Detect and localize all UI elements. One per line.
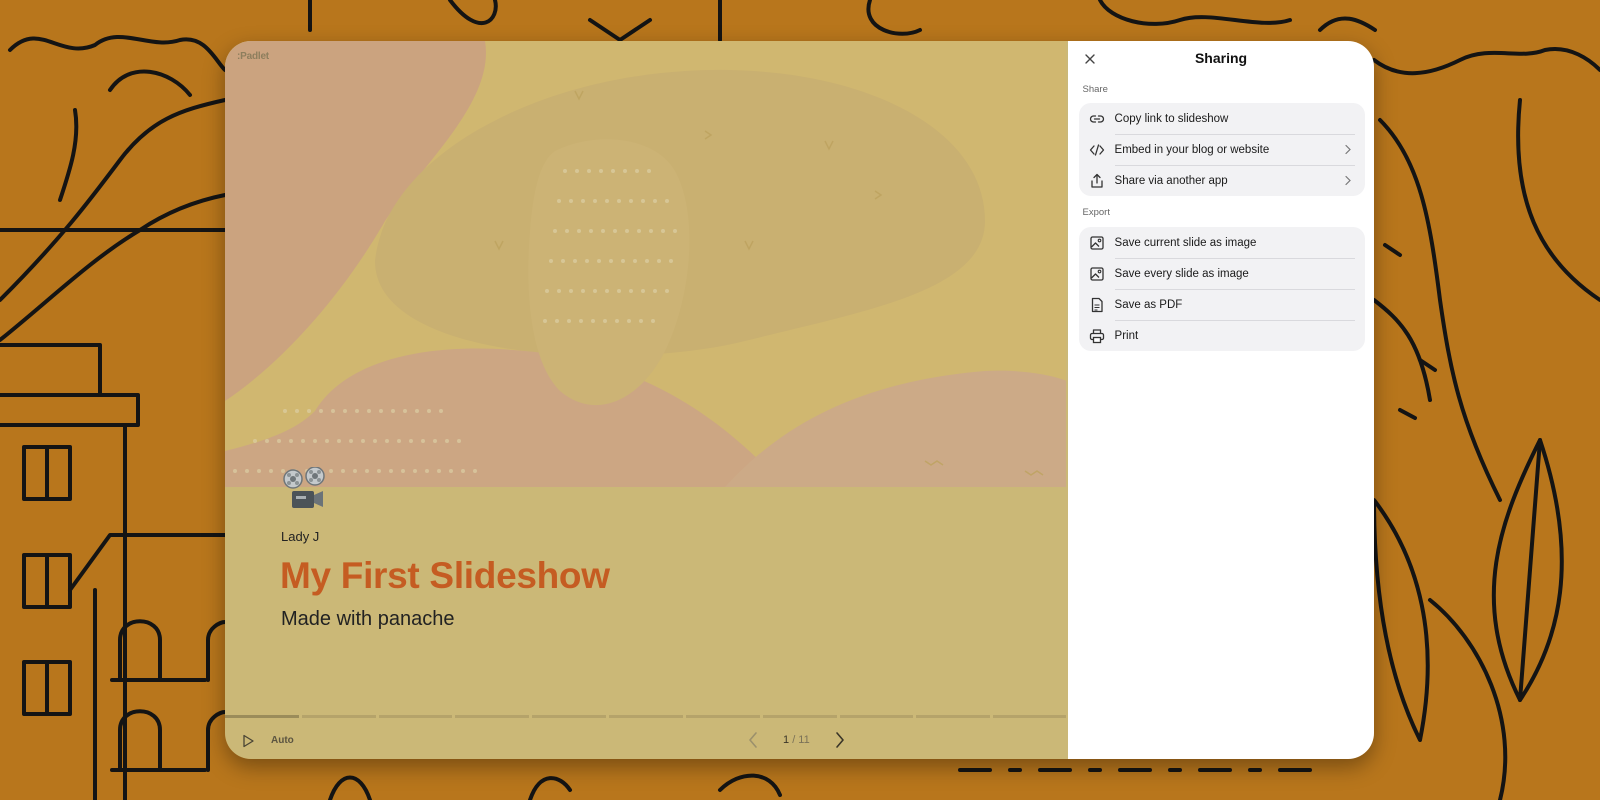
image-icon bbox=[1089, 235, 1104, 250]
save-current-slide-label: Save current slide as image bbox=[1114, 236, 1257, 249]
padlet-logo: :Padlet bbox=[237, 51, 269, 62]
page-current: 1 bbox=[783, 734, 790, 746]
print-label: Print bbox=[1114, 329, 1139, 342]
save-current-slide-option[interactable]: Save current slide as image bbox=[1079, 227, 1365, 258]
next-slide-icon[interactable] bbox=[832, 730, 848, 750]
chevron-right-icon bbox=[1344, 144, 1351, 155]
embed-option[interactable]: Embed in your blog or website bbox=[1079, 134, 1365, 165]
progress-segment[interactable] bbox=[916, 715, 991, 718]
progress-segment[interactable] bbox=[609, 715, 683, 718]
slide-author: Lady J bbox=[281, 529, 320, 544]
progress-segment[interactable] bbox=[993, 715, 1066, 718]
autoplay-toggle[interactable]: Auto bbox=[271, 735, 294, 746]
chevron-right-icon bbox=[1344, 175, 1351, 186]
panel-title: Sharing bbox=[1194, 50, 1248, 66]
page-indicator: 1 / 11 bbox=[783, 734, 810, 746]
progress-segment[interactable] bbox=[762, 715, 837, 718]
export-options-group: Save current slide as image Save every s… bbox=[1078, 227, 1365, 351]
share-another-app-option[interactable]: Share via another app bbox=[1079, 165, 1365, 196]
share-section-label: Share bbox=[1082, 84, 1108, 95]
progress-segment[interactable] bbox=[225, 715, 299, 718]
share-icon bbox=[1090, 173, 1103, 188]
print-option[interactable]: Print bbox=[1079, 320, 1365, 351]
sharing-panel: Sharing Share Copy link to slideshow Emb… bbox=[1065, 41, 1374, 759]
copy-link-label: Copy link to slideshow bbox=[1114, 112, 1229, 125]
save-as-pdf-label: Save as PDF bbox=[1114, 298, 1183, 311]
image-icon bbox=[1089, 266, 1104, 281]
share-another-app-label: Share via another app bbox=[1114, 174, 1228, 187]
play-icon[interactable] bbox=[241, 734, 255, 748]
export-section-label: Export bbox=[1082, 207, 1110, 218]
copy-link-option[interactable]: Copy link to slideshow bbox=[1079, 103, 1365, 134]
film-projector-icon bbox=[283, 467, 325, 508]
share-options-group: Copy link to slideshow Embed in your blo… bbox=[1078, 103, 1365, 196]
code-icon bbox=[1089, 143, 1104, 156]
save-as-pdf-option[interactable]: Save as PDF bbox=[1079, 289, 1365, 320]
embed-label: Embed in your blog or website bbox=[1114, 143, 1270, 156]
progress-segment[interactable] bbox=[532, 715, 607, 718]
progress-segment[interactable] bbox=[455, 715, 530, 718]
progress-segment[interactable] bbox=[685, 715, 760, 718]
link-icon bbox=[1089, 114, 1104, 123]
printer-icon bbox=[1089, 328, 1104, 343]
slide-title: My First Slideshow bbox=[280, 555, 610, 596]
previous-slide-icon[interactable] bbox=[745, 730, 761, 750]
pdf-icon bbox=[1091, 297, 1103, 312]
slide-subtitle: Made with panache bbox=[281, 608, 455, 630]
slide-background-art bbox=[225, 41, 1066, 487]
slide-pane: :Padlet Lady J My First Slideshow Made w… bbox=[225, 41, 1066, 759]
progress-segment[interactable] bbox=[839, 715, 914, 718]
slideshow-window: :Padlet Lady J My First Slideshow Made w… bbox=[225, 41, 1374, 759]
page-total: / 11 bbox=[792, 734, 810, 746]
save-every-slide-option[interactable]: Save every slide as image bbox=[1079, 258, 1365, 289]
progress-segment[interactable] bbox=[378, 715, 453, 718]
progress-segment[interactable] bbox=[301, 715, 376, 718]
slideshow-controls: Auto 1 / 11 bbox=[225, 723, 1066, 759]
save-every-slide-label: Save every slide as image bbox=[1114, 267, 1249, 280]
slide-pager: 1 / 11 bbox=[745, 730, 848, 750]
slide-progress-bar bbox=[225, 715, 1066, 718]
